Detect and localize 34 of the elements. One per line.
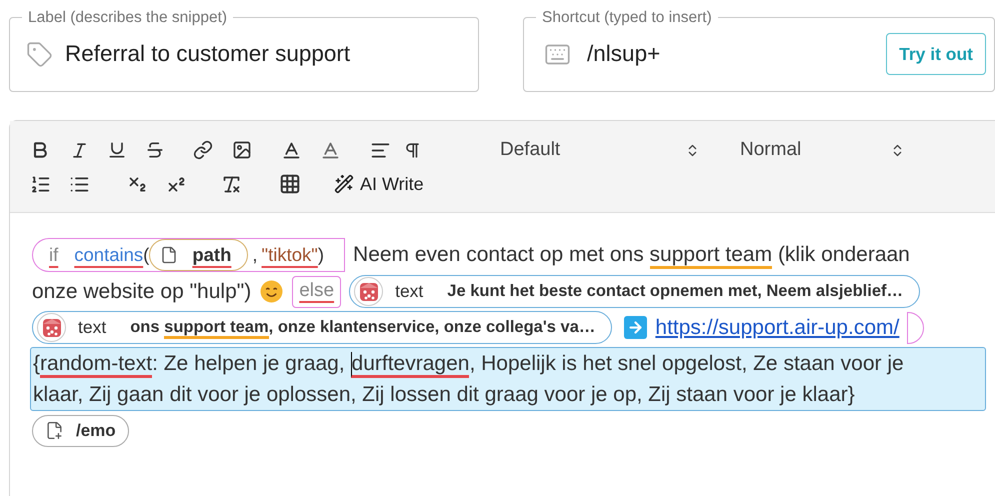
numbered-list-icon[interactable]: [30, 174, 51, 194]
random-text-block: {random-text: Ze helpen je graag, durftevragen, Hopelijk is het snel opgelost, Ze staan voor je klaar, Zij gaan dit voor je oplossen, Zij lossen dit graag voor je op, Zij staan voor je klaar}: [30, 347, 986, 411]
strikethrough-icon[interactable]: [145, 140, 165, 160]
condition-end-chip[interactable]: [907, 312, 924, 344]
support-link[interactable]: https://support.air-up.com/: [655, 312, 900, 344]
smiley-icon: [260, 280, 284, 303]
note-add-icon: [45, 421, 64, 440]
underline-icon[interactable]: [107, 140, 127, 160]
field-legend: Shortcut (typed to insert): [542, 9, 712, 26]
italic-icon[interactable]: [70, 140, 89, 160]
label-value: Referral to customer support: [65, 40, 350, 68]
shortcut-value: /nlsup+: [587, 40, 662, 68]
image-icon[interactable]: [232, 140, 252, 160]
command-chip[interactable]: /emo: [32, 414, 129, 446]
field-legend: Label (describes the snippet): [28, 9, 228, 26]
highlight-icon[interactable]: [320, 140, 341, 160]
file-icon: [160, 246, 178, 264]
body-text: Neem even contact op met ons support team (klik onderaan: [353, 239, 910, 271]
table-icon[interactable]: [279, 173, 301, 195]
tag-icon: [26, 40, 53, 68]
font-select[interactable]: Default: [500, 136, 700, 164]
text-color-icon[interactable]: [281, 140, 302, 160]
magic-wand-icon: [334, 174, 354, 194]
text-direction-icon[interactable]: [403, 140, 422, 160]
link-icon[interactable]: [193, 140, 213, 160]
clear-format-icon[interactable]: [221, 174, 242, 194]
condition-chip[interactable]: if contains( path , "tiktok"): [32, 238, 346, 272]
ai-write-button[interactable]: AI Write: [334, 170, 424, 198]
else-chip[interactable]: else: [292, 276, 342, 308]
body-text: onze website op "hulp"): [32, 278, 252, 305]
size-select[interactable]: Normal: [740, 136, 905, 164]
variable-chip[interactable]: path: [149, 239, 248, 271]
random-text-chip[interactable]: text ons support team, onze klantenservice, onze collega's va…: [32, 311, 612, 344]
random-text-chip[interactable]: text Je kunt het beste contact opnemen met, Neem alsjeblief…: [349, 275, 920, 308]
